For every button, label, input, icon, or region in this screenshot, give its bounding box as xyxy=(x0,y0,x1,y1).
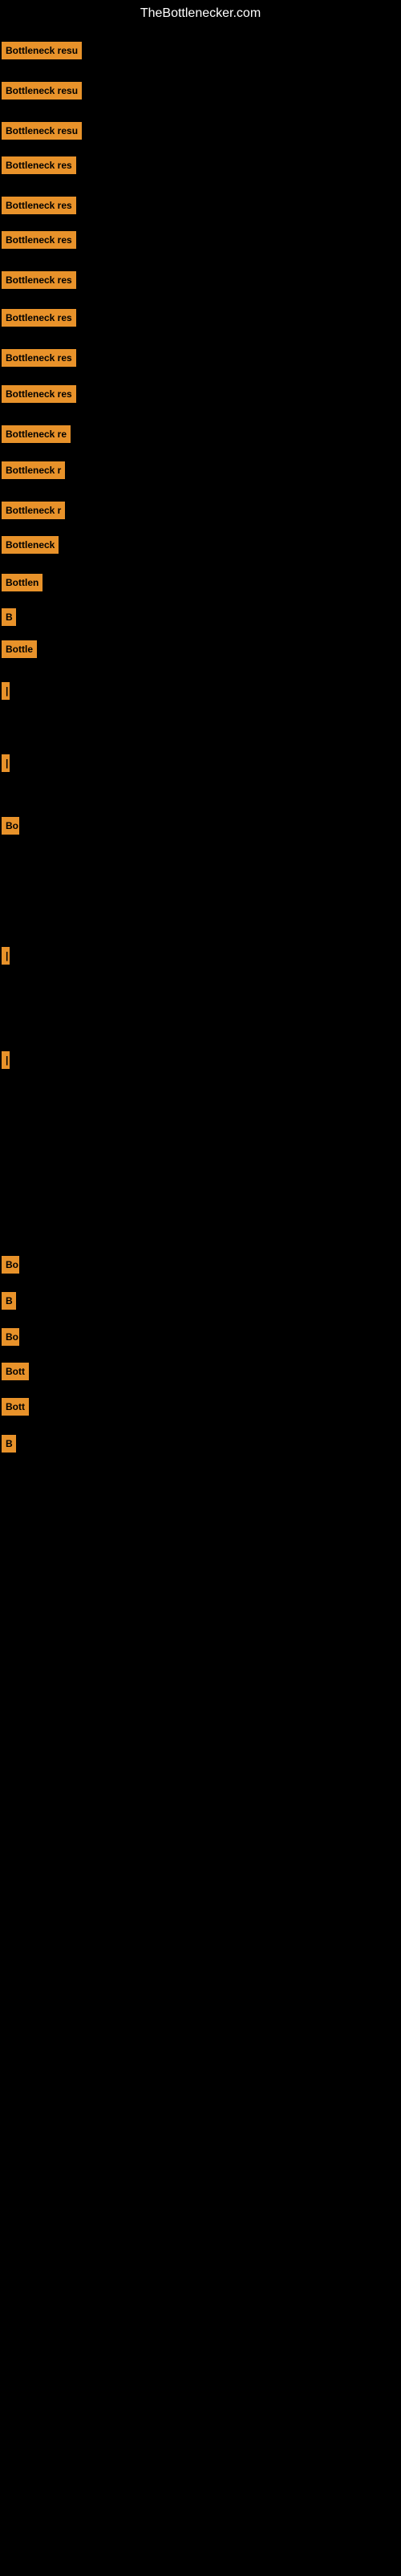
bottleneck-button-19[interactable]: | xyxy=(2,754,10,772)
bottleneck-button-18[interactable]: | xyxy=(2,682,10,700)
bottleneck-button-10[interactable]: Bottleneck res xyxy=(2,385,76,403)
bottleneck-button-20[interactable]: Bo xyxy=(2,817,19,835)
bottleneck-button-25[interactable]: Bo xyxy=(2,1328,19,1346)
bottleneck-button-13[interactable]: Bottleneck r xyxy=(2,502,65,519)
bottleneck-button-5[interactable]: Bottleneck res xyxy=(2,197,76,214)
bottleneck-button-28[interactable]: B xyxy=(2,1435,16,1453)
bottleneck-button-4[interactable]: Bottleneck res xyxy=(2,156,76,174)
bottleneck-button-22[interactable]: | xyxy=(2,1051,10,1069)
bottleneck-button-6[interactable]: Bottleneck res xyxy=(2,231,76,249)
bottleneck-button-16[interactable]: B xyxy=(2,608,16,626)
bottleneck-button-15[interactable]: Bottlen xyxy=(2,574,43,591)
bottleneck-button-26[interactable]: Bott xyxy=(2,1363,29,1380)
site-title: TheBottlenecker.com xyxy=(0,0,401,24)
bottleneck-button-9[interactable]: Bottleneck res xyxy=(2,349,76,367)
bottleneck-button-12[interactable]: Bottleneck r xyxy=(2,461,65,479)
bottleneck-button-27[interactable]: Bott xyxy=(2,1398,29,1416)
bottleneck-button-8[interactable]: Bottleneck res xyxy=(2,309,76,327)
bottleneck-button-24[interactable]: B xyxy=(2,1292,16,1310)
bottleneck-button-3[interactable]: Bottleneck resu xyxy=(2,122,82,140)
bottleneck-button-11[interactable]: Bottleneck re xyxy=(2,425,71,443)
bottleneck-button-23[interactable]: Bo xyxy=(2,1256,19,1274)
bottleneck-button-14[interactable]: Bottleneck xyxy=(2,536,59,554)
bottleneck-button-21[interactable]: | xyxy=(2,947,10,965)
bottleneck-button-1[interactable]: Bottleneck resu xyxy=(2,42,82,59)
bottleneck-button-2[interactable]: Bottleneck resu xyxy=(2,82,82,100)
bottleneck-button-17[interactable]: Bottle xyxy=(2,640,37,658)
bottleneck-button-7[interactable]: Bottleneck res xyxy=(2,271,76,289)
